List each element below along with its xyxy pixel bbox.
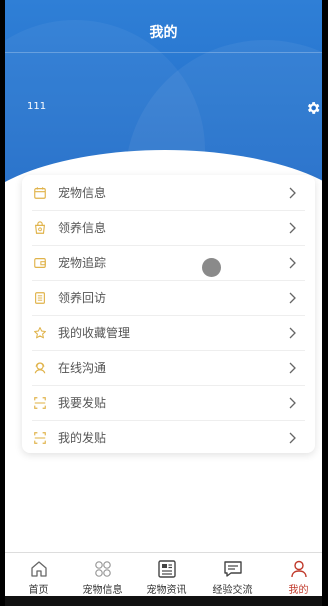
- menu-item-label: 领养回访: [58, 291, 107, 305]
- tab-label: 宠物信息: [82, 585, 123, 596]
- pet-bag-icon: [34, 220, 46, 234]
- menu-item-pet-tracking[interactable]: 宠物追踪: [32, 245, 305, 281]
- chevron-right-icon: [289, 397, 296, 408]
- system-bar: [5, 596, 322, 606]
- menu-item-label: 我的发贴: [58, 431, 107, 445]
- menu-item-pet-info[interactable]: 宠物信息: [32, 175, 305, 211]
- app-screen: 我的 111 宠物信息 领养信息 宠物追踪 领养回访 我的收藏管理 在线沟通 我…: [5, 0, 322, 606]
- menu-item-label: 在线沟通: [58, 361, 107, 375]
- username: 111: [27, 101, 47, 112]
- user-icon: [291, 560, 307, 578]
- page-title: 我的: [149, 25, 178, 41]
- chat-icon: [224, 561, 242, 577]
- chevron-right-icon: [289, 432, 296, 443]
- touch-indicator: [202, 258, 221, 277]
- menu-card: 宠物信息 领养信息 宠物追踪 领养回访 我的收藏管理 在线沟通 我要发贴 我的发…: [22, 175, 315, 453]
- menu-item-my-posts[interactable]: 我的发贴: [32, 420, 305, 455]
- grid-circles-icon: [95, 561, 111, 577]
- star-icon: [34, 326, 46, 338]
- document-icon: [35, 291, 45, 304]
- menu-item-label: 领养信息: [58, 221, 107, 235]
- newspaper-icon: [158, 560, 176, 578]
- menu-item-favorites[interactable]: 我的收藏管理: [32, 315, 305, 351]
- chevron-right-icon: [289, 362, 296, 373]
- wallet-icon: [34, 257, 46, 268]
- menu-item-label: 宠物追踪: [58, 256, 107, 270]
- calendar-icon: [34, 186, 46, 199]
- menu-item-adoption-info[interactable]: 领养信息: [32, 210, 305, 246]
- menu-item-label: 我的收藏管理: [58, 326, 131, 340]
- menu-item-online-chat[interactable]: 在线沟通: [32, 350, 305, 386]
- gear-icon[interactable]: [305, 100, 321, 116]
- topbar-divider: [5, 52, 322, 53]
- menu-item-label: 宠物信息: [58, 186, 107, 200]
- tab-label: 宠物资讯: [146, 585, 187, 596]
- tab-label: 我的: [288, 585, 309, 596]
- chevron-right-icon: [289, 187, 296, 198]
- chevron-right-icon: [289, 222, 296, 233]
- menu-item-label: 我要发贴: [58, 396, 107, 410]
- home-icon: [31, 561, 47, 577]
- chevron-right-icon: [289, 257, 296, 268]
- tab-label: 首页: [28, 585, 49, 596]
- scan-icon: [34, 431, 46, 444]
- tab-label: 经验交流: [212, 585, 253, 596]
- chevron-right-icon: [289, 327, 296, 338]
- chevron-right-icon: [289, 292, 296, 303]
- scan-icon: [34, 396, 46, 409]
- menu-item-new-post[interactable]: 我要发贴: [32, 385, 305, 421]
- menu-item-adoption-followup[interactable]: 领养回访: [32, 280, 305, 316]
- chat-person-icon: [34, 361, 46, 373]
